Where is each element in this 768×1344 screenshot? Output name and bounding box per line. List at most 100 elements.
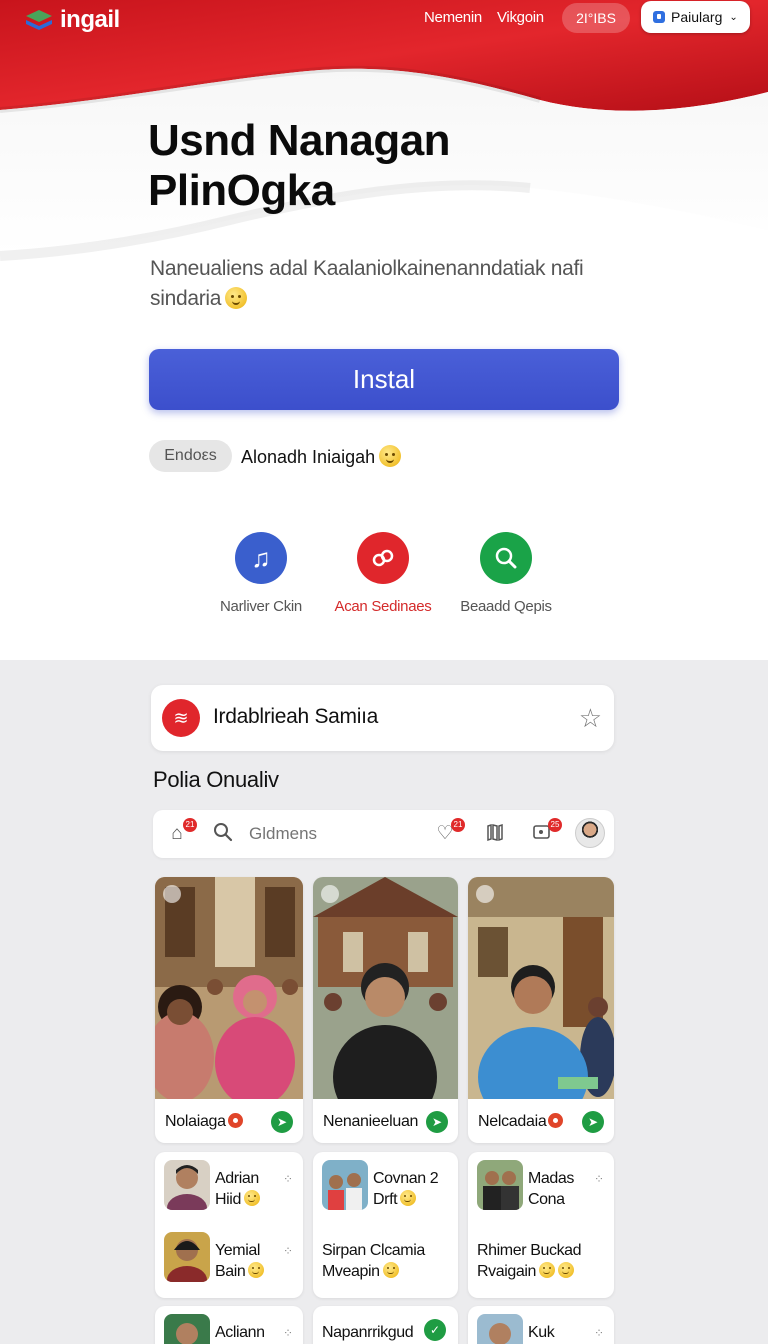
person-name: Sirpan Clcamia Mveapin xyxy=(322,1242,425,1280)
emoji-icon xyxy=(558,1262,575,1278)
endorse-chip[interactable]: Endoεs xyxy=(149,440,232,472)
search-icon[interactable] xyxy=(211,822,235,846)
search-input[interactable] xyxy=(249,824,399,844)
wave-icon: ≋ xyxy=(162,699,200,737)
feature-item-1[interactable]: ♫ Narliver Ckin xyxy=(196,532,326,615)
hero-section: ingail Nemenin Vikgoin 2I°IBS Paiularg ⌄… xyxy=(0,0,768,660)
feature-item-2[interactable]: Acan Sedinaes xyxy=(318,532,448,615)
photo-caption-1: Nolaiaga xyxy=(165,1113,243,1131)
title-line-1: Usnd Nanagan xyxy=(148,116,451,165)
language-label: Paiularg xyxy=(671,9,723,25)
people-card-4[interactable]: Acliann ⁘ xyxy=(155,1306,303,1344)
feature-item-3[interactable]: Beaadd Qepis xyxy=(441,532,571,615)
more-options-icon[interactable]: ⁘ xyxy=(594,1172,604,1186)
feature-label-3: Beaadd Qepis xyxy=(460,598,552,615)
check-icon[interactable]: ➤ xyxy=(271,1111,293,1133)
people-card-2[interactable]: Covnan 2 Drft Sirpan Clcamia Mveapin xyxy=(313,1152,458,1298)
avatar xyxy=(164,1232,210,1282)
panel-title: Irdablrieah Samiıa xyxy=(213,705,379,728)
people-card-6[interactable]: Kuk ⁘ xyxy=(468,1306,614,1344)
avatar xyxy=(164,1160,210,1210)
group-photo-2 xyxy=(313,877,458,1129)
star-icon[interactable]: ☆ xyxy=(579,703,602,734)
subtitle-line-1: Naneualiens adal Kaalaniolkainenanndatia… xyxy=(150,257,584,280)
more-options-icon[interactable]: ⁘ xyxy=(283,1326,293,1340)
notification-badge: 21 xyxy=(451,818,465,832)
photo-card-1[interactable]: Nolaiaga ➤ xyxy=(155,877,303,1143)
emoji-icon xyxy=(243,1190,260,1206)
more-options-icon[interactable]: ⁘ xyxy=(283,1172,293,1186)
chevron-down-icon: ⌄ xyxy=(729,11,738,23)
message-icon[interactable]: 25 xyxy=(530,818,562,846)
highlight-panel[interactable]: ≋ Irdablrieah Samiıa ☆ xyxy=(151,685,614,751)
more-options-icon[interactable]: ⁘ xyxy=(283,1244,293,1258)
logo-text: ingail xyxy=(60,6,120,33)
install-button[interactable]: Instal xyxy=(149,349,619,410)
list-item[interactable]: Adrian Hiid ⁘ xyxy=(155,1152,303,1224)
home-icon[interactable]: ⌂ 21 xyxy=(165,818,197,846)
hero-subtitle: Naneualiens adal Kaalaniolkainenanndatia… xyxy=(150,254,620,314)
list-item[interactable]: Madas Cona ⁘ xyxy=(468,1152,614,1224)
notification-badge: 21 xyxy=(183,818,197,832)
list-item[interactable]: Rhimer Buckad Rvaigain xyxy=(468,1224,614,1296)
feature-label-2: Acan Sedinaes xyxy=(334,598,432,615)
book-icon[interactable] xyxy=(483,822,507,846)
list-item[interactable]: Acliann ⁘ xyxy=(155,1306,303,1344)
section-title: Polia Onualiv xyxy=(153,767,279,792)
check-icon[interactable]: ➤ xyxy=(582,1111,604,1133)
group-photo-3 xyxy=(468,877,614,1127)
check-icon[interactable]: ➤ xyxy=(426,1111,448,1133)
group-photo-1 xyxy=(155,877,303,1107)
person-name: Covnan 2 Drft xyxy=(373,1170,439,1208)
nav-pill-button[interactable]: 2I°IBS xyxy=(562,3,630,33)
user-avatar[interactable] xyxy=(575,818,605,848)
smile-emoji-icon xyxy=(225,287,248,309)
notification-badge: 25 xyxy=(548,818,562,832)
smile-emoji-icon xyxy=(379,445,402,467)
person-name: Rhimer Buckad Rvaigain xyxy=(477,1242,582,1280)
list-item[interactable]: Sirpan Clcamia Mveapin xyxy=(313,1224,458,1296)
nav-link-1[interactable]: Nemenin xyxy=(424,9,482,26)
avatar xyxy=(164,1314,210,1344)
photo-card-3[interactable]: Nelcadaia ➤ xyxy=(468,877,614,1143)
endorse-label: Alonadh Iniaigah xyxy=(241,447,376,467)
avatar xyxy=(477,1160,523,1210)
photo-caption-3: Nelcadaia xyxy=(478,1113,564,1131)
top-navigation: ingail Nemenin Vikgoin 2I°IBS Paiularg ⌄ xyxy=(0,0,768,40)
link-icon xyxy=(357,532,409,584)
photo-card-2[interactable]: Nenanieeluan ➤ xyxy=(313,877,458,1143)
app-logo[interactable]: ingail xyxy=(24,6,120,34)
status-badge-icon xyxy=(548,1113,564,1128)
search-bar: ⌂21 ♡21 25 xyxy=(153,810,614,858)
photo-caption-2: Nenanieeluan xyxy=(323,1113,419,1130)
people-card-5[interactable]: Napanrrikgud ✓ xyxy=(313,1306,458,1344)
language-icon xyxy=(653,11,665,23)
photo-tag-icon xyxy=(321,885,339,903)
emoji-icon xyxy=(382,1262,399,1278)
more-options-icon[interactable]: ⁘ xyxy=(594,1326,604,1340)
music-note-icon: ♫ xyxy=(235,532,287,584)
list-item[interactable]: Yemial Bain ⁘ xyxy=(155,1224,303,1296)
emoji-icon xyxy=(248,1262,265,1278)
people-card-3[interactable]: Madas Cona ⁘ Rhimer Buckad Rvaigain xyxy=(468,1152,614,1298)
list-item[interactable]: Kuk ⁘ xyxy=(468,1306,614,1344)
endorse-text: Alonadh Iniaigah xyxy=(241,445,402,468)
feature-label-1: Narliver Ckin xyxy=(220,598,302,615)
emoji-icon xyxy=(400,1190,417,1206)
heart-icon[interactable]: ♡ 21 xyxy=(433,818,465,846)
photo-tag-icon xyxy=(163,885,181,903)
photo-tag-icon xyxy=(476,885,494,903)
nav-link-2[interactable]: Vikgoin xyxy=(497,9,544,26)
status-badge-icon xyxy=(227,1113,243,1128)
emoji-icon xyxy=(539,1262,556,1278)
language-selector[interactable]: Paiularg ⌄ xyxy=(641,1,750,33)
title-line-2: PlinOgka xyxy=(148,166,335,215)
avatar xyxy=(477,1314,523,1344)
list-item[interactable]: Napanrrikgud ✓ xyxy=(313,1306,458,1344)
logo-icon xyxy=(26,10,52,30)
subtitle-line-2: sindaria xyxy=(150,287,222,310)
list-item[interactable]: Covnan 2 Drft xyxy=(313,1152,458,1224)
check-icon[interactable]: ✓ xyxy=(424,1319,446,1341)
people-card-1[interactable]: Adrian Hiid ⁘ Yemial Bain ⁘ xyxy=(155,1152,303,1298)
search-icon xyxy=(480,532,532,584)
